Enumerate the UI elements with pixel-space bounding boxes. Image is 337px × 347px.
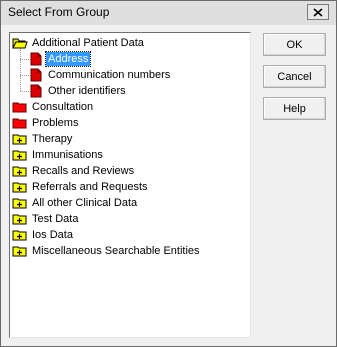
tree-item-label: Referrals and Requests <box>32 181 148 193</box>
tree-connector-line <box>20 49 21 91</box>
red-document-icon <box>28 52 44 66</box>
tree-folder-item[interactable]: Referrals and Requests <box>12 179 150 195</box>
ok-button[interactable]: OK <box>263 33 326 56</box>
folder-plus-icon <box>12 164 28 178</box>
tree-leaf-item[interactable]: Address <box>28 51 92 67</box>
folder-plus-icon <box>12 180 28 194</box>
tree-folder-item[interactable]: Immunisations <box>12 147 105 163</box>
tree-item-label: Address <box>44 51 92 67</box>
tree-folder-item[interactable]: Miscellaneous Searchable Entities <box>12 243 202 259</box>
folder-plus-icon <box>12 132 28 146</box>
tree-item-label: Immunisations <box>32 149 103 161</box>
tree-item-label: Recalls and Reviews <box>32 165 135 177</box>
folder-plus-icon <box>12 148 28 162</box>
folder-plus-icon <box>12 244 28 258</box>
tree-folder-item[interactable]: Additional Patient Data <box>12 35 146 51</box>
cancel-button[interactable]: Cancel <box>263 65 326 88</box>
tree-item-label: Consultation <box>32 101 94 113</box>
tree-connector-branch <box>20 91 29 92</box>
tree-leaf-item[interactable]: Communication numbers <box>28 67 172 83</box>
red-folder-icon <box>12 100 28 114</box>
tree-item-label: Other identifiers <box>48 85 126 97</box>
title-bar[interactable]: Select From Group <box>1 1 336 25</box>
tree-folder-item[interactable]: Ios Data <box>12 227 75 243</box>
tree-folder-item[interactable]: Test Data <box>12 211 80 227</box>
group-tree[interactable]: Additional Patient Data Address Communicat… <box>9 32 251 338</box>
tree-item-label: Ios Data <box>32 229 73 241</box>
tree-folder-item[interactable]: Recalls and Reviews <box>12 163 136 179</box>
tree-folder-item[interactable]: Consultation <box>12 99 95 115</box>
tree-connector-branch <box>20 75 29 76</box>
tree-item-label: Miscellaneous Searchable Entities <box>32 245 200 257</box>
tree-item-label: Test Data <box>32 213 79 225</box>
tree-leaf-item[interactable]: Other identifiers <box>28 83 128 99</box>
tree-folder-item[interactable]: Therapy <box>12 131 74 147</box>
tree-connector-branch <box>20 59 29 60</box>
tree-item-label: Additional Patient Data <box>32 37 144 49</box>
folder-plus-icon <box>12 196 28 210</box>
tree-item-label: All other Clinical Data <box>32 197 138 209</box>
tree-folder-item[interactable]: Problems <box>12 115 80 131</box>
folder-plus-icon <box>12 228 28 242</box>
red-document-icon <box>28 68 44 82</box>
tree-folder-item[interactable]: All other Clinical Data <box>12 195 139 211</box>
folder-plus-icon <box>12 212 28 226</box>
tree-item-label: Communication numbers <box>48 69 171 81</box>
red-folder-icon <box>12 116 28 130</box>
close-icon <box>313 7 323 17</box>
help-button[interactable]: Help <box>263 97 326 120</box>
tree-item-label: Problems <box>32 117 79 129</box>
close-button[interactable] <box>307 4 329 20</box>
select-from-group-dialog: Select From Group Additional Patient Dat… <box>0 0 337 347</box>
tree-item-label: Therapy <box>32 133 73 145</box>
dialog-title: Select From Group <box>8 5 110 19</box>
red-document-icon <box>28 84 44 98</box>
folder-open-icon <box>12 36 28 50</box>
